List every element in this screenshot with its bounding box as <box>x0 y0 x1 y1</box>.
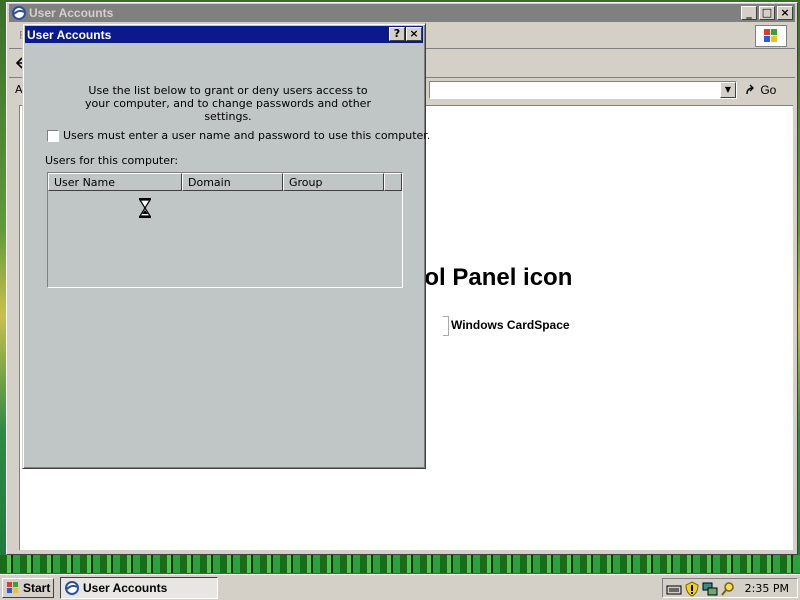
search-magnifier-icon[interactable] <box>720 581 736 597</box>
page-heading: rol Panel icon <box>415 264 573 291</box>
cardspace-icon[interactable] <box>443 316 449 336</box>
require-password-label[interactable]: Users must enter a user name and passwor… <box>63 129 430 142</box>
maximize-button[interactable]: □ <box>759 6 775 20</box>
go-label: Go <box>760 83 777 97</box>
ie-title-bar[interactable]: User Accounts _ □ × <box>9 4 795 22</box>
dialog-title: User Accounts <box>27 28 112 42</box>
column-filler <box>384 173 402 191</box>
ie-icon <box>12 6 26 20</box>
dialog-close-button[interactable]: × <box>406 27 422 41</box>
users-list-label: Users for this computer: <box>45 154 179 167</box>
users-list[interactable]: User Name Domain Group <box>47 172 403 288</box>
hourglass-cursor-icon <box>138 198 152 218</box>
clock[interactable]: 2:35 PM <box>745 582 789 595</box>
cardspace-link[interactable]: Windows CardSpace <box>451 318 570 332</box>
taskbar-item-label: User Accounts <box>83 581 168 595</box>
column-domain[interactable]: Domain <box>182 173 283 191</box>
address-input[interactable]: ▼ <box>429 81 737 99</box>
ie-icon <box>65 581 79 595</box>
go-button[interactable]: Go <box>743 81 791 99</box>
minimize-button[interactable]: _ <box>741 6 757 20</box>
go-arrow-icon <box>746 84 754 94</box>
keyboard-icon[interactable] <box>666 581 682 597</box>
taskbar: Start User Accounts 2:35 PM <box>0 574 800 600</box>
close-button[interactable]: × <box>777 6 793 20</box>
windows-logo-icon <box>755 25 787 47</box>
taskbar-item-user-accounts[interactable]: User Accounts <box>60 577 218 599</box>
dialog-title-bar[interactable]: User Accounts ? × <box>25 26 423 43</box>
help-button[interactable]: ? <box>389 27 405 41</box>
start-label: Start <box>23 581 51 595</box>
column-user-name[interactable]: User Name <box>48 173 182 191</box>
require-password-checkbox[interactable] <box>47 130 59 142</box>
network-icon[interactable] <box>702 581 718 597</box>
windows-flag-icon <box>7 582 18 593</box>
security-shield-icon[interactable] <box>684 581 700 597</box>
user-accounts-dialog: User Accounts ? × Use the list below to … <box>22 23 430 469</box>
users-list-header: User Name Domain Group <box>48 173 402 191</box>
start-button[interactable]: Start <box>2 578 54 598</box>
ie-window-title: User Accounts <box>29 6 114 20</box>
column-group[interactable]: Group <box>283 173 384 191</box>
dialog-description: Use the list below to grant or deny user… <box>85 84 371 123</box>
system-tray: 2:35 PM <box>662 578 798 598</box>
desktop-wallpaper-strip <box>0 555 800 573</box>
chevron-down-icon[interactable]: ▼ <box>720 82 736 98</box>
